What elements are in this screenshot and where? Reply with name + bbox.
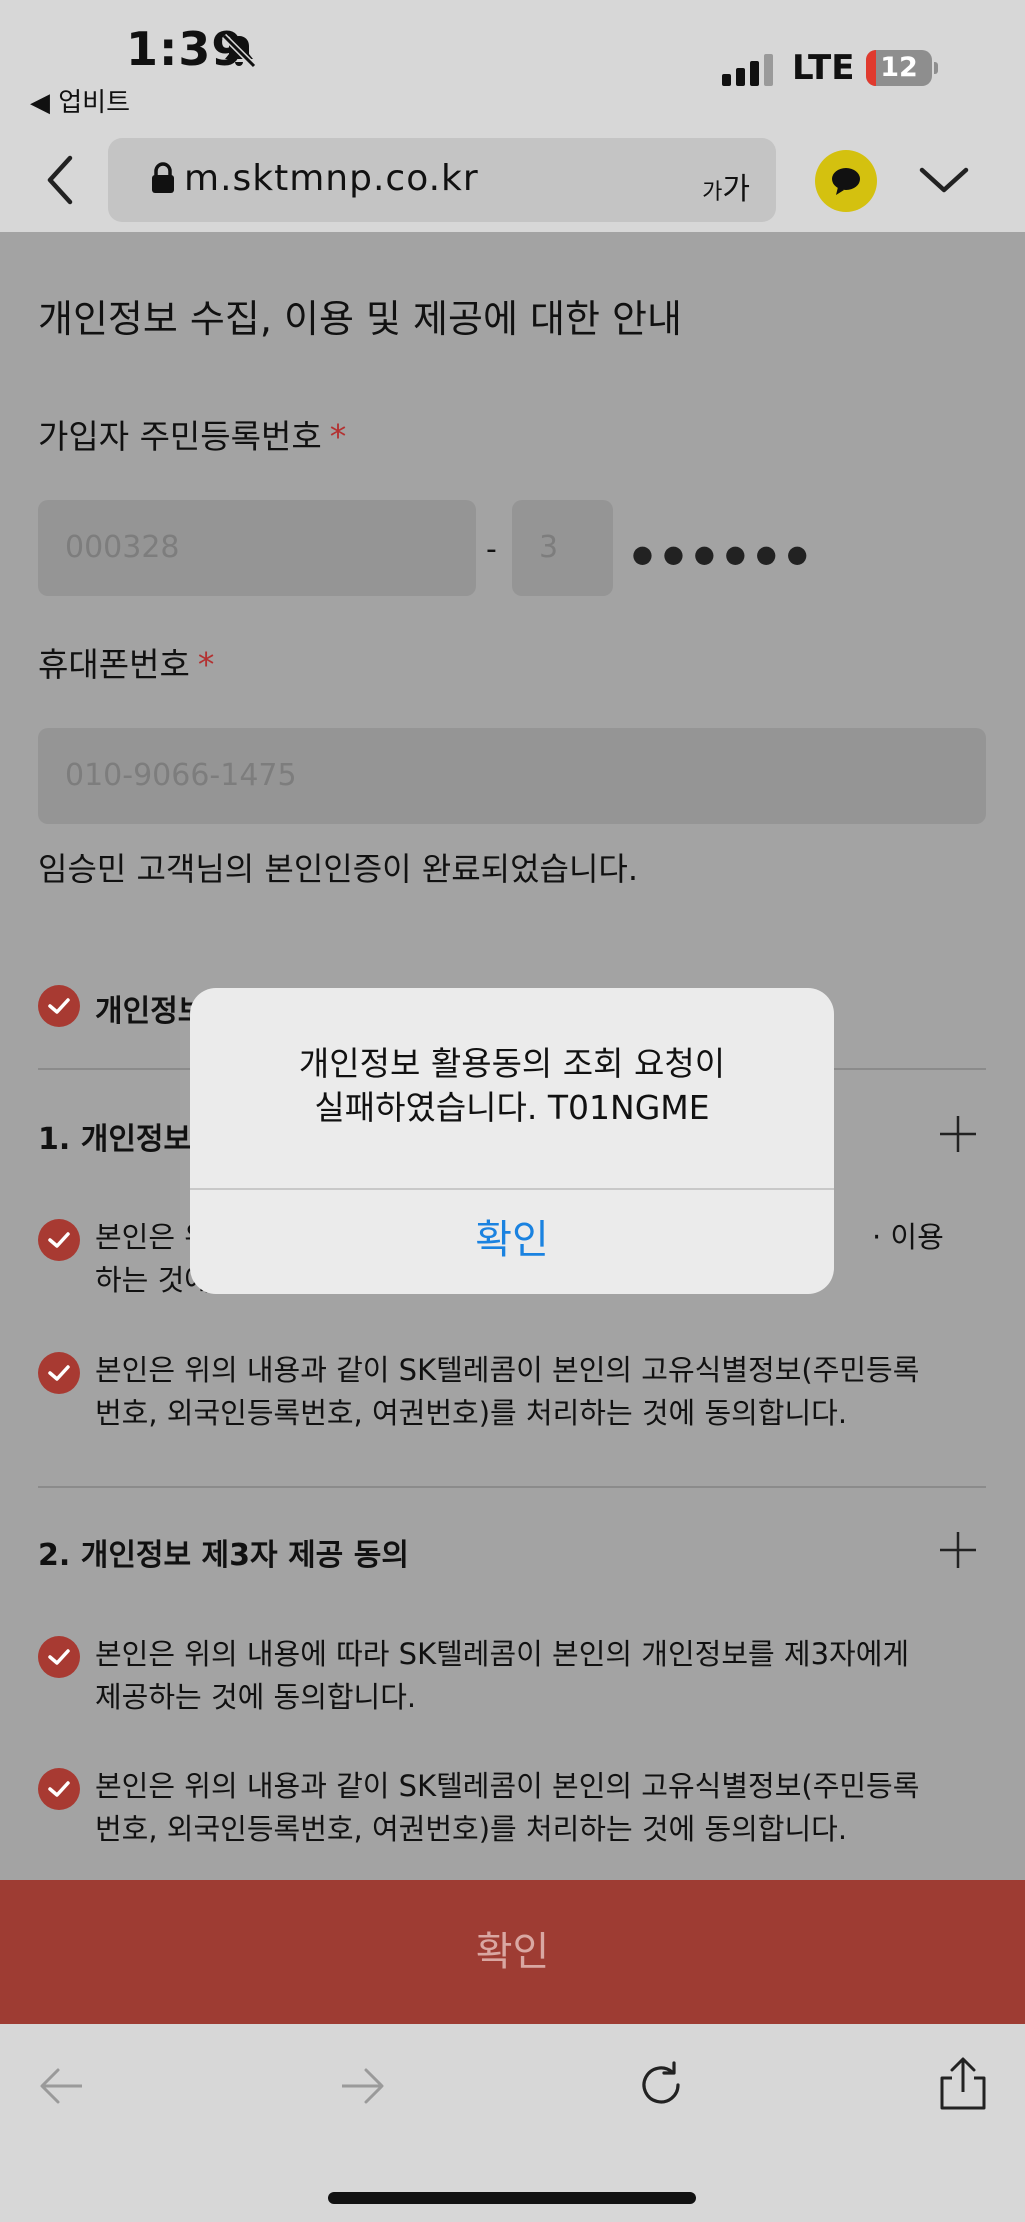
agree-all-checkbox[interactable] [38, 985, 80, 1027]
browser-toolbar: m.sktmnp.co.kr 가가 [0, 130, 1025, 232]
section1-item1-checkbox[interactable] [38, 1219, 80, 1261]
confirm-button[interactable]: 확인 [0, 1880, 1025, 2024]
kakao-chat-button[interactable] [815, 150, 877, 212]
text-size-button[interactable]: 가가 [702, 164, 750, 208]
section1-item1-tail: · 이용 [872, 1220, 944, 1254]
check-icon [48, 1232, 70, 1248]
section1-title[interactable]: 1. 개인정보 [38, 1114, 191, 1158]
chevron-down-icon[interactable] [916, 158, 972, 202]
section1-item2-text: 본인은 위의 내용과 같이 SK텔레콤이 본인의 고유식별정보(주민등록번호, … [95, 1353, 920, 1430]
battery-level: 12 [880, 52, 918, 83]
phone-input[interactable]: 010-9066-1475 [38, 728, 986, 824]
section1-item2-checkbox[interactable] [38, 1352, 80, 1394]
ssn-label: 가입자 주민등록번호 * [38, 417, 347, 456]
ssn-separator: - [486, 532, 497, 567]
section2-item1-checkbox[interactable] [38, 1636, 80, 1678]
check-icon [48, 998, 70, 1014]
agree-all-label: 개인정보 [95, 994, 206, 1029]
arrow-left-icon[interactable] [38, 2066, 86, 2106]
alert-dialog: 개인정보 활용동의 조회 요청이 실패하였습니다. T01NGME 확인 [190, 988, 834, 1294]
home-indicator[interactable] [328, 2192, 696, 2204]
status-bar: 1:39 ◀ 업비트 LTE 12 [0, 0, 1025, 130]
network-type: LTE [792, 48, 855, 88]
address-bar[interactable]: m.sktmnp.co.kr 가가 [108, 138, 776, 222]
alert-message-line2: 실패하였습니다. T01NGME [314, 1088, 710, 1127]
arrow-right-icon[interactable] [338, 2066, 386, 2106]
battery-icon: 12 [866, 50, 938, 86]
plus-icon[interactable] [938, 1530, 978, 1570]
alert-message: 개인정보 활용동의 조회 요청이 실패하였습니다. T01NGME [190, 1042, 834, 1130]
section2-title[interactable]: 2. 개인정보 제3자 제공 동의 [38, 1530, 409, 1574]
bell-slash-icon [221, 33, 257, 69]
divider [38, 1486, 986, 1488]
chevron-left-icon[interactable] [38, 152, 86, 208]
page-title: 개인정보 수집, 이용 및 제공에 대한 안내 [38, 297, 682, 341]
check-icon [48, 1649, 70, 1665]
chat-bubble-icon [832, 168, 860, 195]
share-icon[interactable] [938, 2056, 988, 2112]
check-icon [48, 1365, 70, 1381]
ssn-front-input[interactable]: 000328 [38, 500, 476, 596]
phone-label: 휴대폰번호 * [38, 645, 215, 684]
plus-icon[interactable] [938, 1114, 978, 1154]
lock-icon [152, 162, 174, 193]
back-to-app-link[interactable]: ◀ 업비트 [30, 82, 130, 119]
reload-icon[interactable] [636, 2060, 686, 2110]
url-text: m.sktmnp.co.kr [184, 158, 479, 199]
alert-ok-button[interactable]: 확인 [190, 1190, 834, 1294]
verify-message: 임승민 고객님의 본인인증이 완료되었습니다. [38, 850, 639, 888]
signal-icon [722, 54, 773, 86]
browser-bottom-bar [0, 2024, 1025, 2222]
section2-item1-text: 본인은 위의 내용에 따라 SK텔레콤이 본인의 개인정보를 제3자에게 제공하… [95, 1637, 910, 1714]
section2-item2-text: 본인은 위의 내용과 같이 SK텔레콤이 본인의 고유식별정보(주민등록번호, … [95, 1769, 920, 1846]
section2-item2-checkbox[interactable] [38, 1768, 80, 1810]
check-icon [48, 1781, 70, 1797]
ssn-masked-digits: ●●●●●● [632, 540, 818, 568]
alert-message-line1: 개인정보 활용동의 조회 요청이 [298, 1044, 726, 1083]
ssn-back-input[interactable]: 3 [512, 500, 613, 596]
